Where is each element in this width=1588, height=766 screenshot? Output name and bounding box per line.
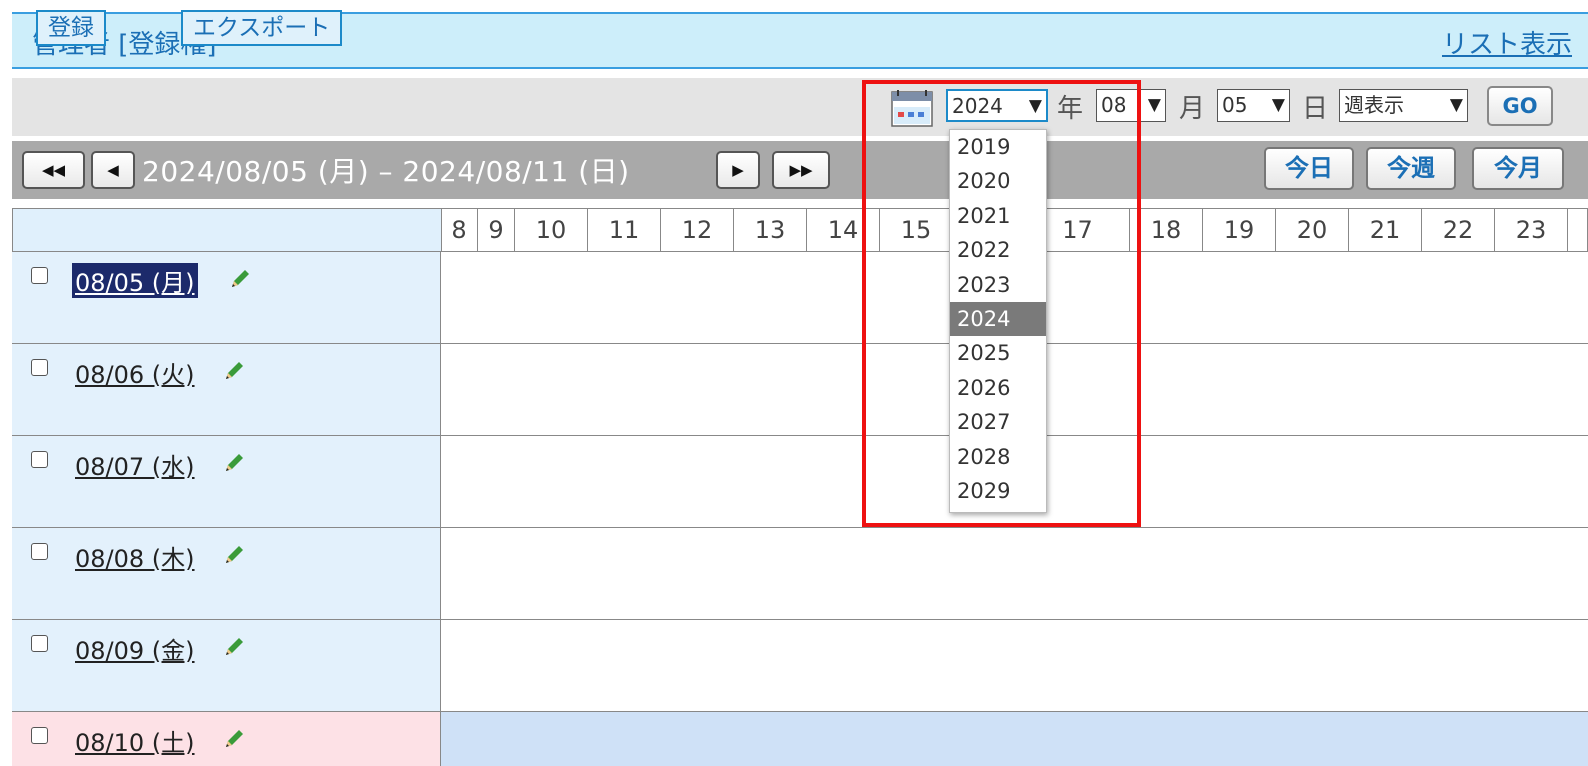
day-select[interactable]: 05 ▼ — [1217, 89, 1290, 122]
day-link[interactable]: 08/06 (火) — [72, 355, 198, 390]
day-row: 08/08 (木) — [12, 528, 1588, 620]
day-label-cell: 08/05 (月) — [12, 252, 441, 343]
hour-header: 23 — [1495, 208, 1568, 252]
day-checkbox[interactable] — [31, 451, 48, 468]
year-option-selected[interactable]: 2024 — [950, 301, 1046, 337]
day-checkbox[interactable] — [31, 635, 48, 652]
export-button[interactable]: エクスポート — [181, 10, 343, 46]
chevron-down-icon: ▼ — [1271, 95, 1285, 115]
day-row: 08/06 (火) — [12, 344, 1588, 436]
header-blank-cell — [13, 209, 442, 251]
pencil-icon[interactable] — [222, 359, 246, 383]
pencil-icon[interactable] — [228, 267, 252, 291]
hour-header: 20 — [1276, 208, 1349, 252]
pencil-icon[interactable] — [222, 635, 246, 659]
hour-header: 13 — [734, 208, 807, 252]
year-option[interactable]: 2022 — [950, 233, 1046, 267]
list-view-link[interactable]: リスト表示 — [1442, 24, 1572, 61]
month-select-value: 08 — [1101, 93, 1127, 117]
prev-week-button[interactable]: ◀ — [91, 151, 135, 189]
hour-header: 18 — [1130, 208, 1203, 252]
hour-header: 10 — [515, 208, 588, 252]
year-option[interactable]: 2019 — [950, 130, 1046, 164]
hour-header: 19 — [1203, 208, 1276, 252]
day-row-saturday: 08/10 (土) — [12, 712, 1588, 766]
day-checkbox[interactable] — [31, 359, 48, 376]
day-link[interactable]: 08/08 (木) — [72, 539, 198, 574]
day-link[interactable]: 08/07 (水) — [72, 447, 198, 482]
chevron-down-icon: ▼ — [1449, 95, 1463, 115]
hour-header: 15 — [880, 208, 953, 252]
year-select[interactable]: 2024 ▼ — [946, 89, 1048, 122]
hour-header: 21 — [1349, 208, 1422, 252]
next-month-button[interactable]: ▶▶ — [772, 151, 830, 189]
saturday-row-body — [441, 712, 1588, 766]
year-select-value: 2024 — [952, 94, 1003, 118]
hour-header: 14 — [807, 208, 880, 252]
right-arrow-icon: ▶ — [732, 161, 744, 179]
today-button[interactable]: 今日 — [1264, 147, 1354, 190]
day-label-cell: 08/10 (土) — [12, 712, 441, 766]
double-right-arrow-icon: ▶▶ — [789, 161, 813, 179]
month-select[interactable]: 08 ▼ — [1096, 89, 1166, 122]
double-left-arrow-icon: ◀◀ — [41, 161, 66, 179]
day-select-value: 05 — [1222, 93, 1248, 117]
day-link[interactable]: 08/05 (月) — [72, 263, 198, 298]
day-row: 08/07 (水) — [12, 436, 1588, 528]
hour-header: 11 — [588, 208, 661, 252]
pencil-icon[interactable] — [222, 451, 246, 475]
day-checkbox[interactable] — [31, 543, 48, 560]
date-range-text: 2024/08/05 (月) – 2024/08/11 (日) — [142, 155, 630, 188]
day-label-cell: 08/06 (火) — [12, 344, 441, 435]
view-mode-value: 週表示 — [1344, 93, 1404, 117]
chevron-down-icon: ▼ — [1028, 96, 1042, 116]
year-unit-label: 年 — [1057, 94, 1084, 124]
year-option[interactable]: 2028 — [950, 440, 1046, 474]
day-label-cell: 08/08 (木) — [12, 528, 441, 619]
day-unit-label: 日 — [1302, 94, 1329, 124]
year-option[interactable]: 2029 — [950, 474, 1046, 508]
chevron-down-icon: ▼ — [1147, 95, 1161, 115]
day-link[interactable]: 08/10 (土) — [72, 723, 198, 758]
month-unit-label: 月 — [1179, 94, 1206, 124]
pencil-icon[interactable] — [222, 543, 246, 567]
day-label-cell: 08/09 (金) — [12, 620, 441, 711]
day-label-cell: 08/07 (水) — [12, 436, 441, 527]
day-link[interactable]: 08/09 (金) — [72, 631, 198, 666]
go-button[interactable]: GO — [1487, 86, 1553, 126]
view-mode-select[interactable]: 週表示 ▼ — [1339, 89, 1468, 122]
day-row: 08/05 (月) — [12, 252, 1588, 344]
left-arrow-icon: ◀ — [107, 161, 119, 179]
day-checkbox[interactable] — [31, 727, 48, 744]
pencil-icon[interactable] — [222, 727, 246, 751]
prev-month-button[interactable]: ◀◀ — [22, 151, 85, 189]
this-week-button[interactable]: 今週 — [1366, 147, 1456, 190]
hour-header: 22 — [1422, 208, 1495, 252]
next-week-button[interactable]: ▶ — [716, 151, 760, 189]
year-option[interactable]: 2025 — [950, 336, 1046, 370]
hour-header: 8 — [441, 208, 478, 252]
year-option[interactable]: 2027 — [950, 405, 1046, 439]
year-dropdown-list[interactable]: 2019 2020 2021 2022 2023 2024 2025 2026 … — [949, 129, 1047, 513]
this-month-button[interactable]: 今月 — [1472, 147, 1564, 190]
year-option[interactable]: 2020 — [950, 164, 1046, 198]
year-option[interactable]: 2023 — [950, 268, 1046, 302]
year-option[interactable]: 2021 — [950, 199, 1046, 233]
calendar-icon[interactable] — [890, 88, 934, 128]
register-button[interactable]: 登録 — [36, 10, 106, 46]
hour-header: 12 — [661, 208, 734, 252]
day-row: 08/09 (金) — [12, 620, 1588, 712]
year-option[interactable]: 2026 — [950, 371, 1046, 405]
day-checkbox[interactable] — [31, 267, 48, 284]
hour-header: 9 — [478, 208, 515, 252]
